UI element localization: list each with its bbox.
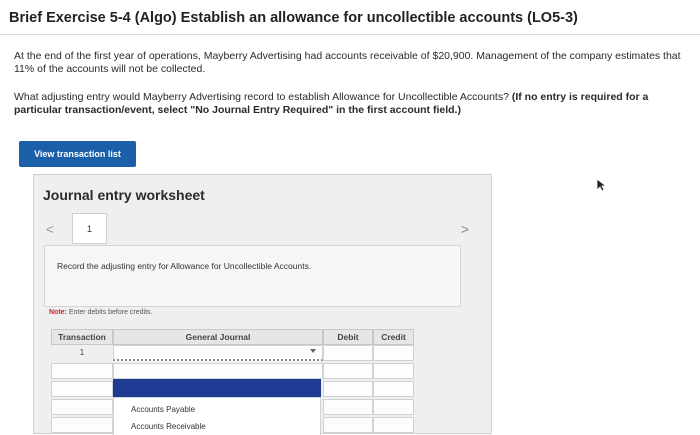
debit-input[interactable] <box>323 381 373 397</box>
dropdown-option-accounts-receivable[interactable]: Accounts Receivable <box>131 422 206 431</box>
entry-page-tab[interactable]: 1 <box>72 213 107 244</box>
instruction-box: Record the adjusting entry for Allowance… <box>44 245 461 307</box>
worksheet-title: Journal entry worksheet <box>43 187 205 203</box>
credit-input[interactable] <box>373 363 414 379</box>
credit-input[interactable] <box>373 381 414 397</box>
transaction-number: 1 <box>79 348 85 357</box>
chevron-down-icon <box>310 349 316 353</box>
question-text: What adjusting entry would Mayberry Adve… <box>14 91 509 103</box>
account-select[interactable] <box>113 363 323 379</box>
transaction-cell <box>51 399 113 415</box>
note: Note: Enter debits before credits. <box>49 309 153 316</box>
dropdown-option-accounts-payable[interactable]: Accounts Payable <box>131 405 195 414</box>
mouse-cursor-icon <box>596 178 608 192</box>
debit-input[interactable] <box>323 345 373 361</box>
journal-entry-worksheet: Journal entry worksheet < 1 > Record the… <box>33 174 492 435</box>
debit-input[interactable] <box>323 363 373 379</box>
account-select[interactable] <box>113 345 323 361</box>
problem-question: What adjusting entry would Mayberry Adve… <box>14 91 696 117</box>
header-debit: Debit <box>323 329 373 345</box>
debit-input[interactable] <box>323 417 373 433</box>
header-transaction: Transaction <box>51 329 113 345</box>
view-transaction-list-button[interactable]: View transaction list <box>19 141 136 167</box>
transaction-cell <box>51 417 113 433</box>
debit-input[interactable] <box>323 399 373 415</box>
page-title: Brief Exercise 5-4 (Algo) Establish an a… <box>9 10 578 26</box>
credit-input[interactable] <box>373 417 414 433</box>
next-entry-icon[interactable]: > <box>454 218 476 240</box>
credit-input[interactable] <box>373 345 414 361</box>
account-search-input[interactable] <box>113 379 321 397</box>
note-label: Note: <box>49 309 67 316</box>
transaction-cell <box>51 363 113 379</box>
account-dropdown-list: Accounts Payable Accounts Receivable <box>113 397 321 435</box>
journal-table: Transaction General Journal Debit Credit… <box>51 329 414 435</box>
header-credit: Credit <box>373 329 414 345</box>
prev-entry-icon[interactable]: < <box>39 218 61 240</box>
header-general-journal: General Journal <box>113 329 323 345</box>
credit-input[interactable] <box>373 399 414 415</box>
entry-page-number: 1 <box>86 224 92 234</box>
instruction-text: Record the adjusting entry for Allowance… <box>57 261 312 271</box>
header-divider <box>0 34 700 35</box>
problem-description: At the end of the first year of operatio… <box>14 50 681 75</box>
transaction-cell <box>51 381 113 397</box>
note-text: Enter debits before credits. <box>68 309 153 316</box>
